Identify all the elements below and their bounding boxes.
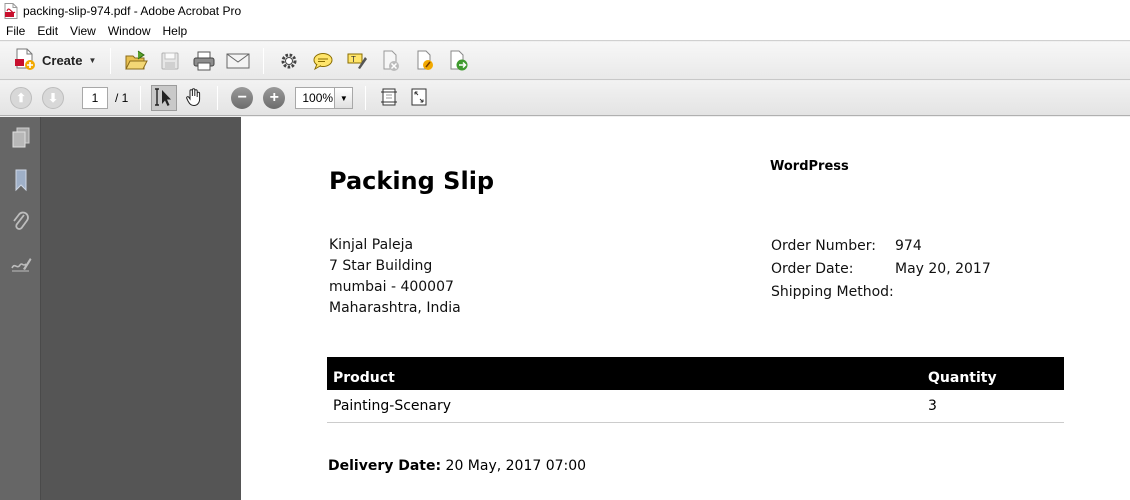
- quantity-header: Quantity: [922, 357, 1064, 390]
- toolbar-separator: [263, 47, 265, 74]
- document-background: [41, 117, 241, 500]
- email-icon[interactable]: [223, 46, 253, 76]
- order-number-row: Order Number: 974: [771, 235, 991, 258]
- address-line: Maharashtra, India: [329, 300, 461, 316]
- zoom-out-button[interactable]: −: [231, 87, 254, 109]
- title-bar: packing-slip-974.pdf - Adobe Acrobat Pro: [0, 0, 1130, 21]
- shipping-method-row: Shipping Method:: [771, 281, 991, 304]
- order-number-value: 974: [895, 238, 922, 254]
- order-date-row: Order Date: May 20, 2017: [771, 258, 991, 281]
- order-date-value: May 20, 2017: [895, 261, 991, 277]
- toolbar-separator: [365, 86, 367, 110]
- gear-icon[interactable]: [274, 46, 304, 76]
- menu-view[interactable]: View: [64, 22, 102, 40]
- order-number-label: Order Number:: [771, 238, 876, 254]
- delete-file-icon[interactable]: [376, 46, 406, 76]
- create-pdf-icon: [14, 47, 36, 74]
- next-page-button[interactable]: ⬇: [42, 87, 64, 109]
- fit-page-icon: [380, 87, 398, 110]
- delivery-date-label: Delivery Date:: [328, 458, 442, 474]
- navigation-toolbar: ⬆ ⬇ / 1 − + ▼: [0, 81, 1130, 116]
- menu-help[interactable]: Help: [157, 22, 194, 40]
- zoom-input[interactable]: [295, 87, 336, 109]
- pages-icon[interactable]: [0, 117, 41, 159]
- plus-icon: +: [269, 89, 280, 106]
- page-number-input[interactable]: [82, 87, 108, 109]
- hand-tool-button[interactable]: [181, 85, 207, 111]
- page-total: / 1: [115, 91, 129, 105]
- signature-icon[interactable]: [0, 243, 41, 285]
- arrow-up-icon: ⬆: [15, 91, 27, 105]
- bookmark-icon[interactable]: [0, 159, 41, 201]
- arrow-down-icon: ⬇: [47, 91, 59, 105]
- address-line: 7 Star Building: [329, 258, 433, 274]
- address-line: mumbai - 400007: [329, 279, 454, 295]
- toolbar-separator: [217, 86, 219, 110]
- table-header-row: Product Quantity: [327, 357, 1064, 390]
- address-line: Kinjal Paleja: [329, 237, 414, 253]
- pdf-page: Packing Slip WordPress Kinjal Paleja 7 S…: [241, 117, 1130, 500]
- quantity-cell: 3: [922, 390, 1064, 423]
- zoom-in-button[interactable]: +: [263, 87, 286, 109]
- menu-window[interactable]: Window: [102, 22, 157, 40]
- window-title: packing-slip-974.pdf - Adobe Acrobat Pro: [23, 3, 242, 18]
- chevron-down-icon[interactable]: ▼: [335, 87, 354, 109]
- open-folder-icon[interactable]: [121, 46, 151, 76]
- product-cell: Painting-Scenary: [327, 390, 922, 423]
- items-table: Product Quantity Painting-Scenary 3: [327, 357, 1064, 423]
- export-icon[interactable]: [444, 46, 474, 76]
- chevron-down-icon: ▼: [88, 56, 97, 65]
- menu-edit[interactable]: Edit: [31, 22, 64, 40]
- order-date-label: Order Date:: [771, 261, 854, 277]
- print-icon[interactable]: [189, 46, 219, 76]
- hand-icon: [184, 87, 204, 110]
- navigation-panel: [0, 117, 41, 500]
- pdf-file-icon: [4, 2, 18, 19]
- attachment-icon[interactable]: [0, 201, 41, 243]
- minus-icon: −: [237, 89, 248, 106]
- shipping-address: Kinjal Paleja 7 Star Building mumbai - 4…: [329, 235, 461, 319]
- text-cursor-icon: [155, 87, 173, 110]
- menu-file[interactable]: File: [0, 22, 31, 40]
- previous-page-button[interactable]: ⬆: [10, 87, 32, 109]
- full-screen-button[interactable]: [406, 85, 432, 111]
- table-row: Painting-Scenary 3: [327, 390, 1064, 423]
- main-toolbar: Create ▼ T: [0, 42, 1130, 80]
- shipping-method-label: Shipping Method:: [771, 284, 894, 300]
- svg-text:T: T: [351, 55, 356, 64]
- delivery-date-value: 20 May, 2017 07:00: [441, 458, 587, 474]
- fit-width-button[interactable]: [376, 85, 402, 111]
- zoom-select[interactable]: ▼: [295, 87, 354, 109]
- menu-bar: File Edit View Window Help: [0, 21, 1130, 41]
- document-title: Packing Slip: [329, 167, 495, 195]
- expand-icon: [410, 87, 428, 110]
- shop-name: WordPress: [770, 159, 849, 174]
- edit-file-icon[interactable]: [410, 46, 440, 76]
- save-icon[interactable]: [155, 46, 185, 76]
- order-info: Order Number: 974 Order Date: May 20, 20…: [771, 235, 991, 304]
- product-header: Product: [327, 357, 922, 390]
- delivery-date: Delivery Date: 20 May, 2017 07:00: [328, 458, 586, 474]
- toolbar-separator: [140, 86, 142, 110]
- toolbar-separator: [110, 47, 112, 74]
- create-label: Create: [42, 53, 83, 68]
- highlight-icon[interactable]: T: [342, 46, 372, 76]
- comment-icon[interactable]: [308, 46, 338, 76]
- create-button[interactable]: Create ▼: [8, 46, 102, 76]
- select-tool-button[interactable]: [151, 85, 178, 111]
